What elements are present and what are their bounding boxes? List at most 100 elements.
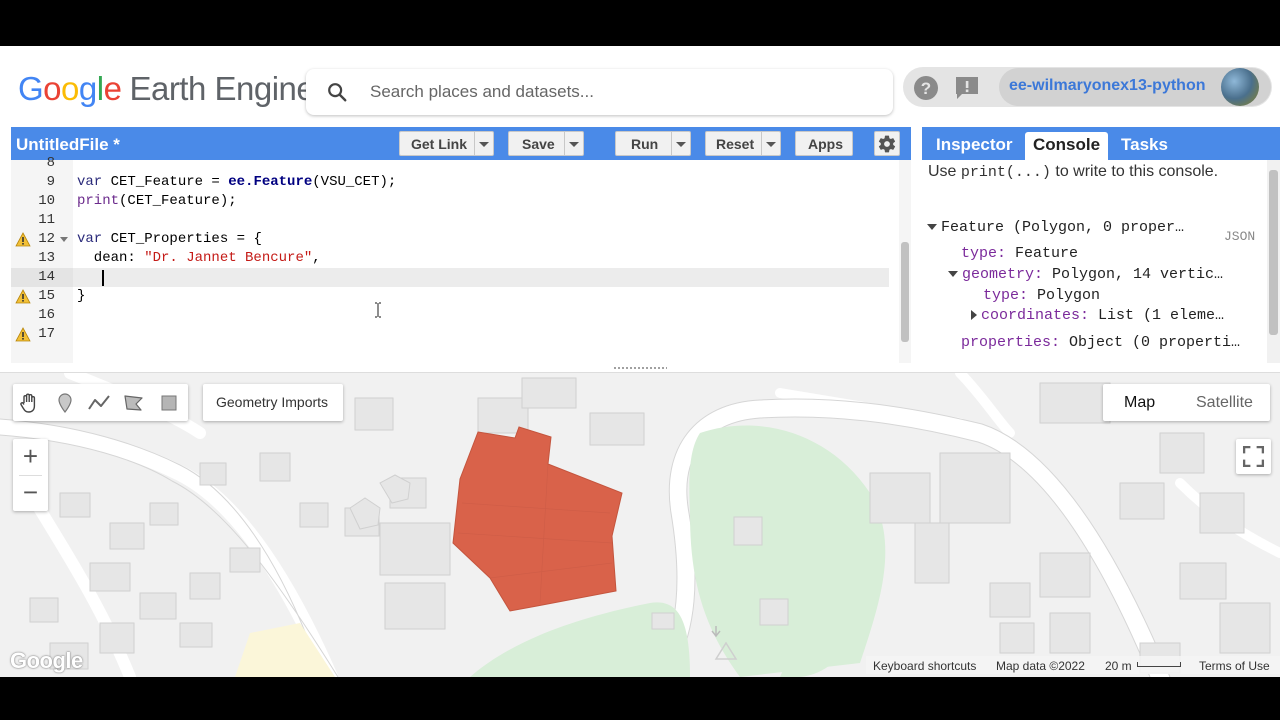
- fullscreen-button[interactable]: [1236, 439, 1271, 474]
- save-button[interactable]: Save: [508, 131, 584, 156]
- code-class: ee.Feature: [228, 174, 313, 190]
- earth-engine-logo[interactable]: Google Earth Engine: [18, 70, 315, 108]
- code-line[interactable]: dean: "Dr. Jannet Bencure",: [77, 249, 321, 268]
- logo-letter: o: [43, 70, 62, 107]
- code-editor[interactable]: var CET_Feature = ee.Feature(VSU_CET); p…: [73, 160, 899, 363]
- zoom-control: + −: [13, 439, 48, 511]
- chevron-down-icon[interactable]: [569, 142, 579, 147]
- expand-down-icon: [927, 224, 937, 231]
- tree-value: Object (0 properti…: [1060, 334, 1241, 351]
- google-wordmark: Google: [18, 70, 122, 107]
- fold-toggle-icon[interactable]: [60, 237, 68, 242]
- geometry-imports-button[interactable]: Geometry Imports: [203, 384, 343, 421]
- logo-letter: g: [78, 70, 97, 107]
- editor-scrollbar[interactable]: [899, 160, 911, 363]
- tree-value: Polygon: [1028, 287, 1101, 304]
- code-line[interactable]: }: [77, 287, 85, 306]
- svg-text:?: ?: [921, 79, 931, 98]
- zoom-out-button[interactable]: −: [13, 475, 48, 511]
- divider: [564, 132, 565, 155]
- product-name: Earth Engine: [129, 70, 315, 107]
- scrollbar-thumb[interactable]: [901, 242, 909, 342]
- warning-icon[interactable]: [15, 289, 31, 304]
- tree-row-properties[interactable]: properties: Object (0 properti…: [961, 334, 1240, 351]
- account-pill[interactable]: ee-wilmaryonex13-python: [999, 68, 1271, 106]
- warning-icon[interactable]: [15, 232, 31, 247]
- run-button[interactable]: Run: [615, 131, 691, 156]
- gutter-line: 9: [11, 173, 73, 192]
- apps-button[interactable]: Apps: [795, 131, 853, 156]
- line-draw-icon[interactable]: [87, 391, 111, 415]
- user-controls: ? ee-wilmaryonex13-python: [903, 67, 1272, 107]
- tree-key: properties:: [961, 334, 1061, 351]
- code-text: (VSU_CET);: [312, 174, 397, 190]
- expand-right-icon: [971, 310, 977, 321]
- divider: [671, 132, 672, 155]
- console-scrollbar[interactable]: [1267, 160, 1280, 363]
- panel-splitter[interactable]: [0, 363, 1280, 373]
- help-icon[interactable]: ?: [913, 75, 939, 101]
- rectangle-draw-icon[interactable]: [157, 391, 181, 415]
- line-number: 12: [38, 231, 55, 247]
- chevron-down-icon[interactable]: [479, 142, 489, 147]
- tab-inspector[interactable]: Inspector: [928, 132, 1021, 160]
- chevron-down-icon[interactable]: [676, 142, 686, 147]
- keyboard-shortcuts-link[interactable]: Keyboard shortcuts: [873, 659, 976, 673]
- code-function: print: [77, 193, 120, 209]
- get-link-button[interactable]: Get Link: [399, 131, 494, 156]
- search-input[interactable]: [370, 79, 870, 105]
- zoom-in-button[interactable]: +: [13, 439, 48, 475]
- account-name: ee-wilmaryonex13-python: [1009, 77, 1206, 94]
- file-title[interactable]: UntitledFile *: [16, 135, 120, 155]
- search-box[interactable]: [306, 69, 893, 115]
- logo-letter: e: [103, 70, 122, 107]
- gutter-line: 12: [11, 230, 73, 249]
- code-text: dean:: [77, 250, 145, 266]
- code-line[interactable]: var CET_Properties = {: [77, 230, 262, 249]
- tab-console[interactable]: Console: [1025, 132, 1109, 160]
- hint-code: print(...): [960, 164, 1051, 181]
- expand-down-icon: [948, 271, 958, 278]
- chevron-down-icon[interactable]: [766, 142, 776, 147]
- map-type-map-button[interactable]: Map: [1124, 394, 1155, 412]
- scrollbar-thumb[interactable]: [1269, 170, 1278, 335]
- tree-value: List (1 eleme…: [1089, 307, 1225, 324]
- map-type-satellite-button[interactable]: Satellite: [1196, 394, 1253, 412]
- run-label: Run: [631, 136, 659, 152]
- tree-root-feature[interactable]: Feature (Polygon, 0 proper…: [927, 219, 1184, 236]
- code-line[interactable]: print(CET_Feature);: [77, 192, 237, 211]
- feature-polygon[interactable]: [0, 373, 1280, 677]
- tab-tasks[interactable]: Tasks: [1113, 132, 1176, 160]
- drag-handle[interactable]: [613, 366, 667, 370]
- gutter-line-active: 14: [11, 268, 73, 287]
- gutter-line: 16: [11, 306, 73, 325]
- logo-letter: l: [96, 70, 104, 107]
- feedback-icon[interactable]: [954, 75, 980, 101]
- json-link[interactable]: JSON: [1224, 229, 1255, 244]
- tree-key: coordinates:: [981, 307, 1090, 324]
- hand-pan-icon[interactable]: [17, 391, 41, 415]
- keyword: var: [77, 174, 103, 190]
- avatar[interactable]: [1221, 68, 1259, 106]
- logo-letter: o: [61, 70, 79, 107]
- settings-button[interactable]: [874, 131, 900, 156]
- tree-row-geometry[interactable]: geometry: Polygon, 14 vertic…: [948, 266, 1223, 283]
- code-line[interactable]: var CET_Feature = ee.Feature(VSU_CET);: [77, 173, 396, 192]
- console-output: Use print(...) to write to this console.…: [922, 160, 1267, 363]
- tree-value: Feature: [1006, 245, 1079, 262]
- line-number: 11: [38, 212, 55, 228]
- reset-button[interactable]: Reset: [705, 131, 781, 156]
- line-number: 17: [38, 326, 55, 342]
- earth-engine-window: GoogleEarth Engine ? ee-wilmaryonex13-py…: [0, 46, 1280, 677]
- geometry-imports-label: Geometry Imports: [216, 394, 329, 410]
- keyword: var: [77, 231, 103, 247]
- tree-row-coordinates[interactable]: coordinates: List (1 eleme…: [971, 307, 1224, 324]
- map-canvas[interactable]: Geometry Imports + − Map Satellite Googl…: [0, 373, 1280, 677]
- code-line-active[interactable]: [77, 268, 677, 287]
- terms-of-use-link[interactable]: Terms of Use: [1199, 659, 1270, 673]
- warning-icon[interactable]: [15, 327, 31, 342]
- marker-point-icon[interactable]: [53, 391, 77, 415]
- get-link-label: Get Link: [411, 136, 468, 152]
- polygon-draw-icon[interactable]: [122, 391, 146, 415]
- code-text: CET_Feature =: [102, 174, 229, 190]
